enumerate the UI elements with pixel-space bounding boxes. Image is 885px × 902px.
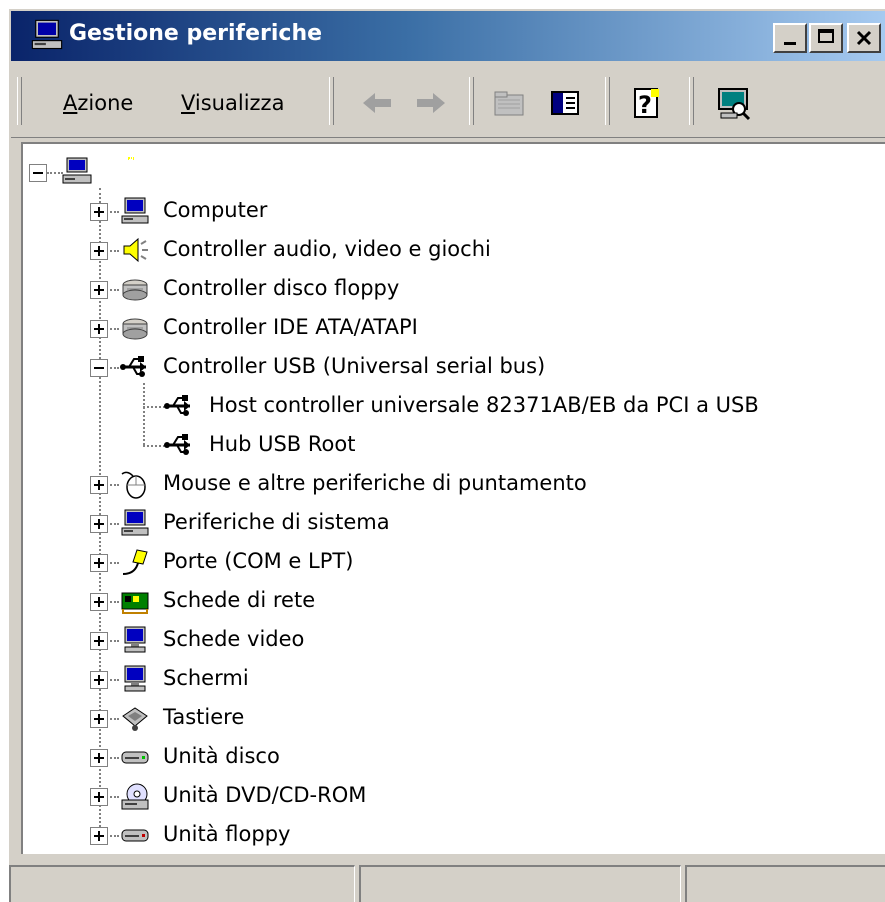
toolbar-grip[interactable] [17, 77, 22, 125]
tree-item-controller-usb-universal-serial-bus[interactable]: Controller USB (Universal serial bus) [163, 353, 545, 379]
speaker-icon [123, 237, 148, 263]
tree-item-computer[interactable]: Computer [163, 197, 267, 223]
tree-item-controller-disco-floppy[interactable]: Controller disco floppy [163, 275, 399, 301]
tree-item-schede-video[interactable]: Schede video [163, 626, 304, 652]
monitor-icon [124, 665, 146, 692]
help-icon[interactable]: ? [627, 83, 667, 123]
display-icon [124, 626, 146, 653]
tree-item-controller-audio-video-e-giochi[interactable]: Controller audio, video e giochi [163, 236, 491, 262]
show-hide-tree-icon[interactable] [545, 83, 585, 123]
tree-item-host-controller-universale-82371ab-eb-da-pci-a-usb[interactable]: Host controller universale 82371AB/EB da… [209, 392, 759, 418]
usb-icon [120, 356, 146, 377]
window-title: Gestione periferiche [69, 21, 323, 46]
maximize-icon [818, 29, 834, 43]
device-tree[interactable]: Computer Controller audio, video e gioch… [21, 142, 885, 854]
expand-toggle-controller-ide-ata-atapi[interactable] [90, 320, 108, 338]
expand-toggle-computer[interactable] [90, 203, 108, 221]
menu-azione[interactable]: Azione [63, 91, 133, 115]
usb-icon [164, 395, 190, 416]
up-folder-icon[interactable] [489, 83, 529, 123]
close-icon [856, 30, 872, 46]
computer-icon [31, 19, 63, 50]
expand-toggle-controller-usb-universal-serial-bus[interactable] [90, 359, 108, 377]
network-card-icon [121, 592, 149, 614]
scan-hardware-icon[interactable] [713, 83, 753, 123]
expand-toggle-mouse-e-altre-periferiche-di-puntamento[interactable] [90, 476, 108, 494]
expand-toggle-schede-di-rete[interactable] [90, 593, 108, 611]
ide-controller-icon [122, 318, 148, 340]
tree-item-unit-dvd-cd-rom[interactable]: Unità DVD/CD-ROM [163, 782, 366, 808]
expand-toggle-porte-com-e-lpt[interactable] [90, 554, 108, 572]
close-button[interactable] [847, 23, 881, 53]
back-arrow-icon[interactable] [357, 83, 397, 123]
disk-drive-icon [121, 751, 149, 764]
toolbar: Azione Visualizza ? [11, 63, 885, 138]
floppy-drive-icon [121, 829, 149, 842]
port-icon [122, 549, 148, 575]
expand-toggle-schede-video[interactable] [90, 632, 108, 650]
tree-item-schede-di-rete[interactable]: Schede di rete [163, 587, 315, 613]
computer-icon [62, 157, 92, 184]
expand-toggle-controller-disco-floppy[interactable] [90, 281, 108, 299]
keyboard-icon [122, 707, 148, 731]
root-collapse-toggle[interactable] [29, 164, 47, 182]
tree-item-hub-usb-root[interactable]: Hub USB Root [209, 431, 355, 457]
expand-toggle-tastiere[interactable] [90, 710, 108, 728]
toolbar-separator [689, 77, 694, 125]
computer-icon [121, 509, 149, 536]
svg-text:?: ? [638, 91, 652, 119]
minimize-button[interactable] [773, 23, 807, 53]
tree-item-controller-ide-ata-atapi[interactable]: Controller IDE ATA/ATAPI [163, 314, 418, 340]
tree-item-mouse-e-altre-periferiche-di-puntamento[interactable]: Mouse e altre periferiche di puntamento [163, 470, 587, 496]
tree-item-porte-com-e-lpt[interactable]: Porte (COM e LPT) [163, 548, 353, 574]
status-panel-1 [9, 865, 355, 902]
expand-toggle-unit-disco[interactable] [90, 749, 108, 767]
floppy-controller-icon [122, 279, 148, 301]
maximize-button[interactable] [809, 23, 843, 53]
status-panel-2 [359, 865, 681, 902]
expand-toggle-unit-floppy[interactable] [90, 827, 108, 845]
toolbar-separator [469, 77, 474, 125]
device-manager-window: Gestione periferiche Azione Visualizza ?… [8, 8, 885, 902]
status-panel-3 [685, 865, 885, 902]
tree-item-schermi[interactable]: Schermi [163, 665, 249, 691]
status-bar [9, 861, 885, 902]
minimize-icon [784, 42, 796, 45]
cdrom-icon [121, 783, 149, 810]
tree-item-unit-floppy[interactable]: Unità floppy [163, 821, 290, 847]
toolbar-separator [329, 77, 334, 125]
title-bar[interactable]: Gestione periferiche [11, 11, 885, 61]
expand-toggle-periferiche-di-sistema[interactable] [90, 515, 108, 533]
toolbar-separator [605, 77, 610, 125]
menu-visualizza[interactable]: Visualizza [181, 91, 284, 115]
tree-item-periferiche-di-sistema[interactable]: Periferiche di sistema [163, 509, 390, 535]
usb-icon [164, 434, 190, 455]
expand-toggle-controller-audio-video-e-giochi[interactable] [90, 242, 108, 260]
computer-icon [121, 197, 149, 224]
expand-toggle-unit-dvd-cd-rom[interactable] [90, 788, 108, 806]
tree-item-unit-disco[interactable]: Unità disco [163, 743, 280, 769]
expand-toggle-schermi[interactable] [90, 671, 108, 689]
mouse-icon [121, 471, 146, 499]
forward-arrow-icon[interactable] [411, 83, 451, 123]
tree-item-tastiere[interactable]: Tastiere [163, 704, 244, 730]
